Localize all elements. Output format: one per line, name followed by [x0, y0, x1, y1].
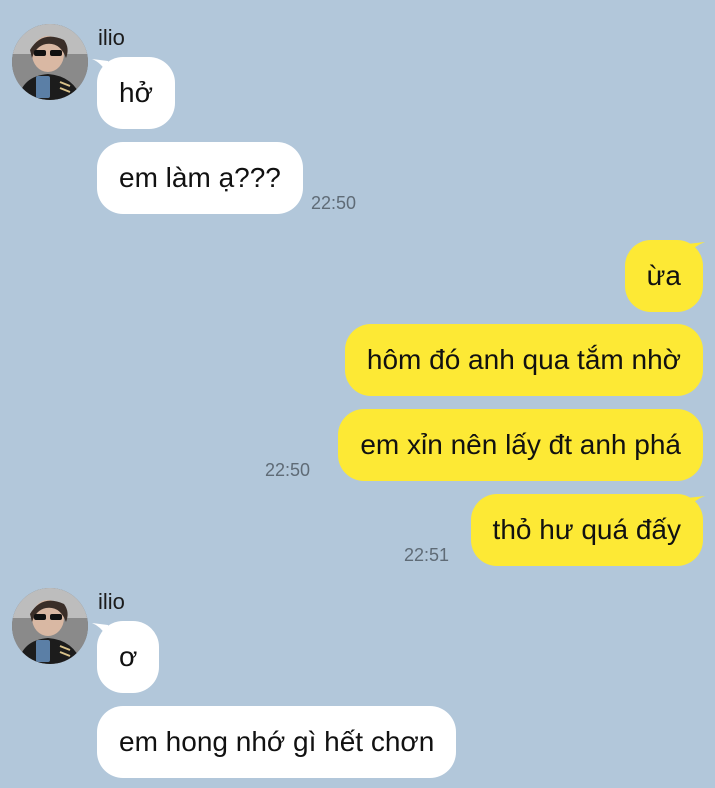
message-text: ừa — [646, 260, 681, 291]
message-text: hôm đó anh qua tắm nhờ — [366, 344, 681, 375]
contact-avatar[interactable] — [12, 24, 88, 100]
message-bubble[interactable]: hôm đó anh qua tắm nhờ — [344, 324, 703, 396]
message-text: em hong nhớ gì hết chơn — [119, 726, 435, 757]
message-text: em xỉn nên lấy đt anh phá — [360, 429, 681, 460]
message-bubble[interactable]: hở — [97, 57, 175, 129]
avatar-photo-icon — [12, 24, 88, 100]
message-timestamp: 22:50 — [311, 193, 357, 213]
message-timestamp: 22:51 — [404, 545, 450, 565]
message-bubble[interactable]: ừa — [624, 240, 703, 312]
message-bubble[interactable]: thỏ hư quá đấy — [470, 494, 703, 566]
message-bubble[interactable]: em hong nhớ gì hết chơn — [97, 706, 457, 778]
avatar-photo-icon — [12, 588, 88, 664]
sender-name: ilio — [98, 25, 125, 50]
message-text: ơ — [119, 641, 138, 672]
message-bubble[interactable]: em xỉn nên lấy đt anh phá — [338, 409, 703, 481]
message-bubble[interactable]: em làm ạ??? — [97, 142, 303, 214]
message-bubble[interactable]: ơ — [97, 621, 160, 693]
message-timestamp: 22:50 — [265, 460, 311, 480]
message-text: em làm ạ??? — [119, 162, 281, 193]
message-text: hở — [119, 77, 153, 108]
message-text: thỏ hư quá đấy — [492, 514, 681, 545]
contact-avatar[interactable] — [12, 588, 88, 664]
sender-name: ilio — [98, 589, 125, 614]
